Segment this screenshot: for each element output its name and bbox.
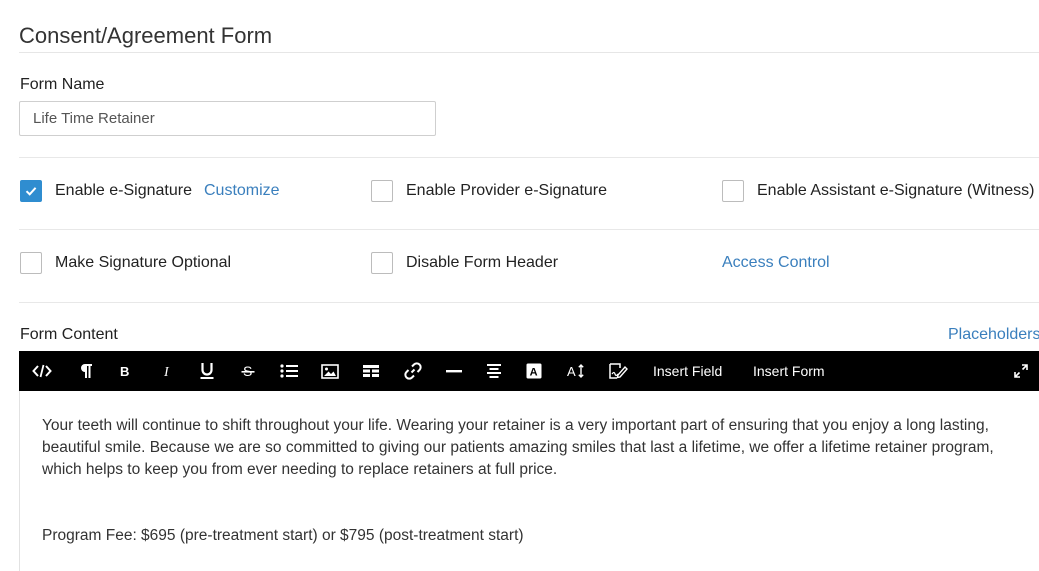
- strikethrough-icon: S: [241, 363, 255, 379]
- bullet-list-icon: [280, 364, 298, 378]
- insert-field-button[interactable]: Insert Field: [653, 351, 722, 391]
- svg-text:I: I: [163, 365, 170, 378]
- text-color-button[interactable]: A: [522, 351, 546, 391]
- enable-esignature-option[interactable]: Enable e-Signature Customize: [20, 179, 280, 203]
- underline-icon: [200, 363, 214, 379]
- page-title: Consent/Agreement Form: [19, 23, 273, 48]
- link-icon: [404, 362, 422, 380]
- customize-link[interactable]: Customize: [204, 182, 280, 200]
- italic-button[interactable]: I: [155, 351, 179, 391]
- horizontal-rule-icon: [446, 370, 462, 373]
- section-divider: [19, 157, 1039, 158]
- disable-form-header-label: Disable Form Header: [406, 254, 559, 271]
- make-signature-optional-label: Make Signature Optional: [55, 254, 232, 271]
- text-color-icon: A: [526, 363, 542, 379]
- enable-assistant-esignature-checkbox[interactable]: [722, 180, 744, 202]
- form-name-input[interactable]: [19, 101, 436, 136]
- make-signature-optional-option[interactable]: Make Signature Optional: [20, 251, 231, 275]
- enable-esignature-checkbox[interactable]: [20, 180, 42, 202]
- fullscreen-button[interactable]: [1009, 351, 1033, 391]
- bold-icon: B: [120, 364, 129, 378]
- svg-text:A: A: [567, 364, 576, 379]
- form-content-label: Form Content: [20, 326, 118, 343]
- horizontal-rule-button[interactable]: [442, 351, 466, 391]
- svg-text:A: A: [530, 367, 538, 379]
- placeholders-link[interactable]: Placeholders: [948, 326, 1039, 344]
- enable-provider-esignature-option[interactable]: Enable Provider e-Signature: [371, 179, 607, 203]
- paragraph-icon: [81, 364, 92, 378]
- align-button[interactable]: [482, 351, 506, 391]
- signature-icon: [609, 363, 628, 379]
- code-view-icon: [32, 364, 52, 378]
- access-control-link[interactable]: Access Control: [722, 254, 830, 272]
- svg-text:B: B: [120, 364, 129, 378]
- content-paragraph: Program Fee: $695 (pre-treatment start) …: [42, 527, 524, 544]
- table-icon: [363, 365, 379, 377]
- code-view-button[interactable]: [30, 351, 54, 391]
- form-content-editor[interactable]: Your teeth will continue to shift throug…: [19, 391, 1039, 571]
- underline-button[interactable]: [195, 351, 219, 391]
- disable-form-header-checkbox[interactable]: [371, 252, 393, 274]
- section-divider: [19, 229, 1039, 230]
- italic-icon: I: [163, 365, 170, 378]
- enable-provider-esignature-checkbox[interactable]: [371, 180, 393, 202]
- form-name-label: Form Name: [20, 76, 105, 93]
- title-divider: [19, 52, 1039, 53]
- content-paragraph: Your teeth will continue to shift throug…: [42, 417, 994, 478]
- insert-link-button[interactable]: [401, 351, 425, 391]
- fullscreen-icon: [1014, 364, 1028, 378]
- make-signature-optional-checkbox[interactable]: [20, 252, 42, 274]
- font-size-icon: A: [567, 364, 584, 379]
- enable-provider-esignature-label: Enable Provider e-Signature: [406, 182, 608, 199]
- paragraph-button[interactable]: [74, 351, 98, 391]
- bold-button[interactable]: B: [113, 351, 137, 391]
- disable-form-header-option[interactable]: Disable Form Header: [371, 251, 558, 275]
- signature-button[interactable]: [606, 351, 630, 391]
- enable-assistant-esignature-label: Enable Assistant e-Signature (Witness): [757, 182, 1035, 199]
- insert-form-button[interactable]: Insert Form: [753, 351, 825, 391]
- enable-assistant-esignature-option[interactable]: Enable Assistant e-Signature (Witness): [722, 179, 1034, 203]
- font-size-button[interactable]: A: [564, 351, 588, 391]
- align-center-icon: [487, 364, 501, 378]
- section-divider: [19, 302, 1039, 303]
- checkmark-icon: [25, 187, 37, 196]
- insert-image-button[interactable]: [318, 351, 342, 391]
- insert-table-button[interactable]: [359, 351, 383, 391]
- bullet-list-button[interactable]: [277, 351, 301, 391]
- strikethrough-button[interactable]: S: [236, 351, 260, 391]
- editor-toolbar: B I S A A Insert Field Insert Form: [19, 351, 1039, 391]
- image-icon: [321, 363, 339, 379]
- enable-esignature-label: Enable e-Signature: [55, 182, 192, 199]
